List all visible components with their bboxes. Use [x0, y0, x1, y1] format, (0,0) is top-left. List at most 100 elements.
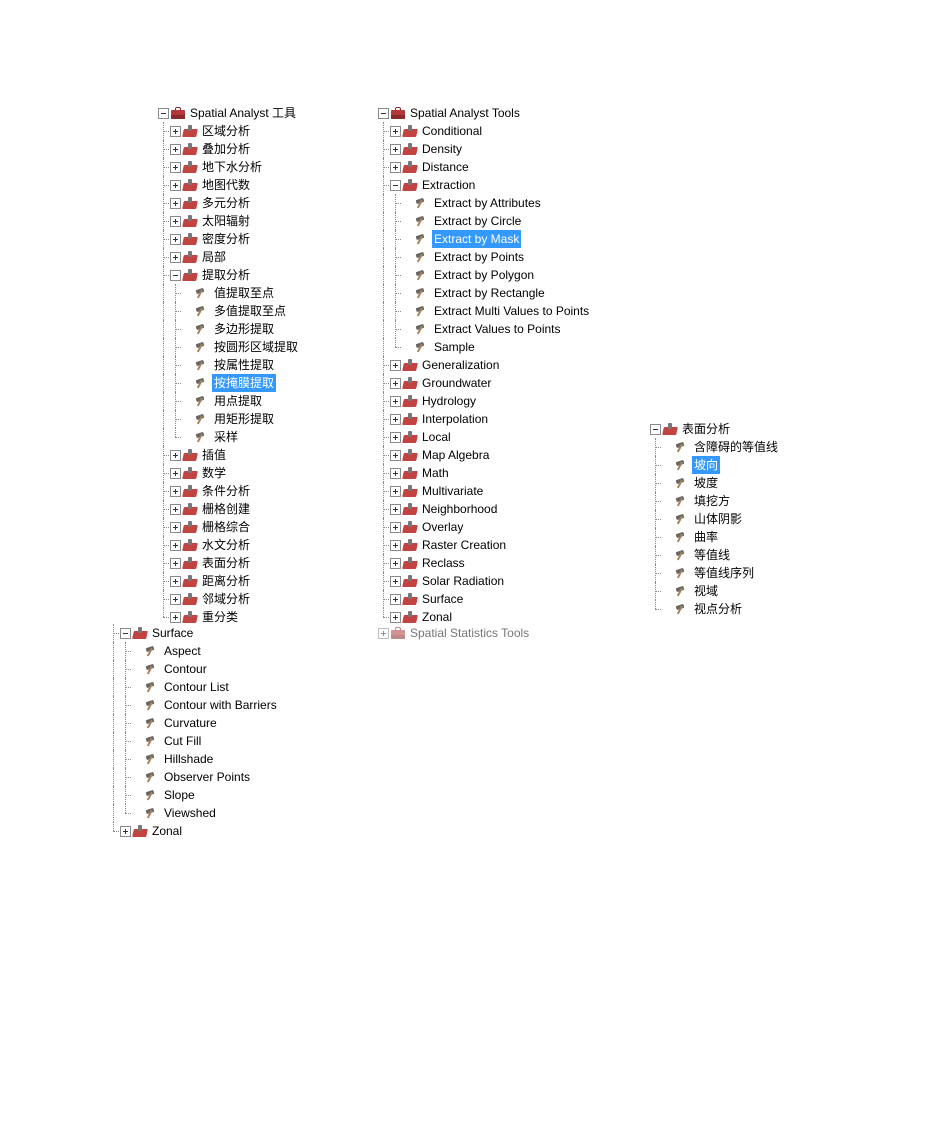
- expand-icon[interactable]: [170, 162, 181, 173]
- toolset-item[interactable]: Conditional: [378, 122, 591, 140]
- collapse-icon[interactable]: [650, 424, 661, 435]
- expand-icon[interactable]: [390, 486, 401, 497]
- toolset-item[interactable]: 条件分析: [158, 482, 300, 500]
- toolset-item[interactable]: Multivariate: [378, 482, 591, 500]
- collapse-icon[interactable]: [170, 270, 181, 281]
- toolset-extraction-en[interactable]: Extraction: [378, 176, 591, 194]
- tool-item[interactable]: Hillshade: [108, 750, 279, 768]
- collapse-icon[interactable]: [120, 628, 131, 639]
- tool-item[interactable]: 按属性提取: [158, 356, 300, 374]
- expand-icon[interactable]: [170, 468, 181, 479]
- tool-item[interactable]: 曲率: [650, 528, 780, 546]
- expand-icon[interactable]: [170, 576, 181, 587]
- tool-item[interactable]: 用点提取: [158, 392, 300, 410]
- toolset-item[interactable]: Surface: [378, 590, 591, 608]
- expand-icon[interactable]: [390, 612, 401, 623]
- expand-icon[interactable]: [170, 252, 181, 263]
- tool-item[interactable]: Curvature: [108, 714, 279, 732]
- expand-icon[interactable]: [390, 144, 401, 155]
- toolset-zonal-en[interactable]: Zonal: [108, 822, 279, 840]
- toolset-surface-en[interactable]: Surface: [108, 624, 279, 642]
- tool-item[interactable]: 坡向: [650, 456, 780, 474]
- toolset-item[interactable]: 栅格综合: [158, 518, 300, 536]
- toolset-item[interactable]: Density: [378, 140, 591, 158]
- expand-icon[interactable]: [390, 396, 401, 407]
- tree-root-en[interactable]: Spatial Analyst Tools: [378, 104, 591, 122]
- tool-item[interactable]: Extract Values to Points: [378, 320, 591, 338]
- toolset-item[interactable]: Local: [378, 428, 591, 446]
- tree-root-cn[interactable]: Spatial Analyst 工具: [158, 104, 300, 122]
- toolset-item[interactable]: 太阳辐射: [158, 212, 300, 230]
- toolset-item[interactable]: 数学: [158, 464, 300, 482]
- toolset-item[interactable]: Map Algebra: [378, 446, 591, 464]
- expand-icon[interactable]: [390, 432, 401, 443]
- tool-item[interactable]: 用矩形提取: [158, 410, 300, 428]
- toolset-item[interactable]: 局部: [158, 248, 300, 266]
- collapse-icon[interactable]: [158, 108, 169, 119]
- tool-item[interactable]: Observer Points: [108, 768, 279, 786]
- tool-item[interactable]: 值提取至点: [158, 284, 300, 302]
- toolset-item[interactable]: 地图代数: [158, 176, 300, 194]
- expand-icon[interactable]: [170, 144, 181, 155]
- tool-item[interactable]: Extract by Rectangle: [378, 284, 591, 302]
- tool-item[interactable]: 按圆形区域提取: [158, 338, 300, 356]
- toolset-item[interactable]: 距离分析: [158, 572, 300, 590]
- expand-icon[interactable]: [170, 594, 181, 605]
- toolset-item[interactable]: 叠加分析: [158, 140, 300, 158]
- toolset-item[interactable]: Math: [378, 464, 591, 482]
- tool-item[interactable]: Contour List: [108, 678, 279, 696]
- expand-icon[interactable]: [390, 360, 401, 371]
- toolset-item[interactable]: Raster Creation: [378, 536, 591, 554]
- toolset-item[interactable]: Hydrology: [378, 392, 591, 410]
- tree-root-stats[interactable]: Spatial Statistics Tools: [378, 626, 591, 640]
- toolset-item[interactable]: Distance: [378, 158, 591, 176]
- expand-icon[interactable]: [390, 126, 401, 137]
- toolset-item[interactable]: Solar Radiation: [378, 572, 591, 590]
- toolset-item[interactable]: 表面分析: [158, 554, 300, 572]
- collapse-icon[interactable]: [378, 108, 389, 119]
- expand-icon[interactable]: [390, 558, 401, 569]
- toolset-item[interactable]: 地下水分析: [158, 158, 300, 176]
- tool-item[interactable]: Aspect: [108, 642, 279, 660]
- tool-item[interactable]: 等值线: [650, 546, 780, 564]
- expand-icon[interactable]: [170, 504, 181, 515]
- tool-item[interactable]: 坡度: [650, 474, 780, 492]
- expand-icon[interactable]: [170, 540, 181, 551]
- toolset-item[interactable]: Generalization: [378, 356, 591, 374]
- tool-item[interactable]: Extract by Polygon: [378, 266, 591, 284]
- toolset-item[interactable]: 密度分析: [158, 230, 300, 248]
- expand-icon[interactable]: [170, 234, 181, 245]
- expand-icon[interactable]: [170, 450, 181, 461]
- expand-icon[interactable]: [390, 450, 401, 461]
- tool-item[interactable]: 含障碍的等值线: [650, 438, 780, 456]
- expand-icon[interactable]: [170, 216, 181, 227]
- expand-icon[interactable]: [120, 826, 131, 837]
- expand-icon[interactable]: [378, 628, 389, 639]
- toolset-item[interactable]: 插值: [158, 446, 300, 464]
- expand-icon[interactable]: [390, 378, 401, 389]
- tool-item[interactable]: Extract Multi Values to Points: [378, 302, 591, 320]
- tool-item[interactable]: 山体阴影: [650, 510, 780, 528]
- expand-icon[interactable]: [390, 504, 401, 515]
- tool-item[interactable]: Extract by Points: [378, 248, 591, 266]
- expand-icon[interactable]: [170, 522, 181, 533]
- toolset-surface-cn[interactable]: 表面分析: [650, 420, 780, 438]
- toolset-item[interactable]: Reclass: [378, 554, 591, 572]
- expand-icon[interactable]: [170, 198, 181, 209]
- toolset-item[interactable]: 栅格创建: [158, 500, 300, 518]
- tool-item[interactable]: Contour with Barriers: [108, 696, 279, 714]
- tool-item[interactable]: 视域: [650, 582, 780, 600]
- expand-icon[interactable]: [390, 162, 401, 173]
- tool-item[interactable]: 采样: [158, 428, 300, 446]
- tool-item[interactable]: 视点分析: [650, 600, 780, 618]
- toolset-item[interactable]: 邻域分析: [158, 590, 300, 608]
- toolset-item[interactable]: Overlay: [378, 518, 591, 536]
- tool-item[interactable]: Cut Fill: [108, 732, 279, 750]
- expand-icon[interactable]: [170, 180, 181, 191]
- tool-item[interactable]: Contour: [108, 660, 279, 678]
- tool-item[interactable]: 等值线序列: [650, 564, 780, 582]
- tool-item[interactable]: Slope: [108, 786, 279, 804]
- expand-icon[interactable]: [390, 522, 401, 533]
- expand-icon[interactable]: [170, 558, 181, 569]
- toolset-item[interactable]: 多元分析: [158, 194, 300, 212]
